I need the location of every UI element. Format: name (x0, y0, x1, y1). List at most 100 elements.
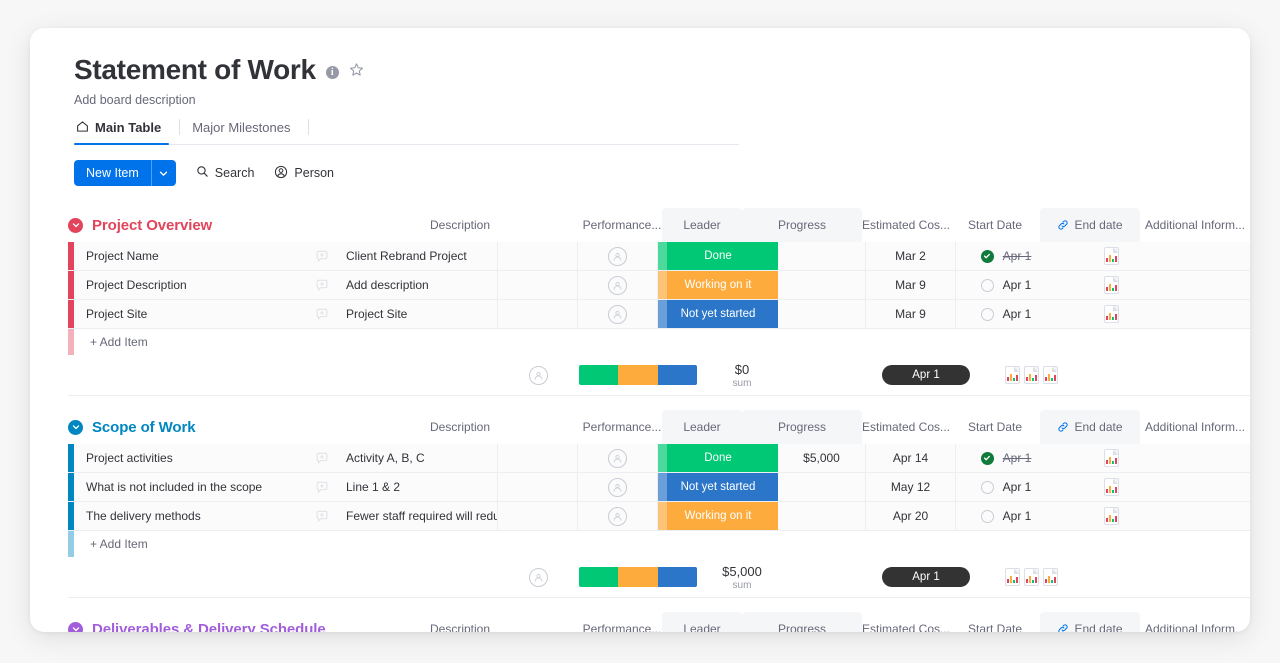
cell-item-name[interactable]: Project Name (74, 242, 306, 270)
chevron-down-icon[interactable] (151, 160, 176, 186)
add-item-label[interactable]: + Add Item (74, 537, 148, 551)
cell-end-date[interactable]: Apr 1 (956, 473, 1056, 501)
column-header-description[interactable]: Description (422, 208, 582, 242)
column-header-progress[interactable]: Progress (742, 208, 862, 242)
cell-performance[interactable] (498, 271, 578, 299)
new-item-button[interactable]: New Item (74, 160, 176, 186)
cell-start-date[interactable]: Apr 20 (866, 502, 956, 530)
file-chart-icon[interactable] (1104, 305, 1119, 323)
cell-description[interactable]: Add description (338, 271, 498, 299)
file-chart-icon[interactable] (1104, 507, 1119, 525)
cell-progress[interactable]: Working on it (658, 271, 778, 299)
cell-end-date[interactable]: Apr 1 (956, 300, 1056, 328)
column-header-start-date[interactable]: Start Date (950, 208, 1040, 242)
search-button[interactable]: Search (196, 165, 255, 181)
cell-leader[interactable] (578, 502, 658, 530)
column-header-additional-information[interactable]: Additional Inform... (1140, 612, 1250, 632)
table-row[interactable]: Project NameClient Rebrand ProjectDoneMa… (68, 242, 1250, 271)
cell-additional-information[interactable] (1056, 242, 1166, 270)
status-done-icon[interactable] (981, 250, 994, 263)
file-chart-icon[interactable] (1104, 276, 1119, 294)
cell-start-date[interactable]: Mar 2 (866, 242, 956, 270)
add-comment-icon[interactable] (315, 451, 329, 465)
cell-item-name[interactable]: Project Description (74, 271, 306, 299)
file-chart-icon[interactable] (1104, 478, 1119, 496)
group-collapse-icon[interactable] (68, 622, 83, 633)
cell-item-name[interactable]: Project activities (74, 444, 306, 472)
avatar[interactable] (608, 305, 627, 324)
status-done-icon[interactable] (981, 452, 994, 465)
file-chart-icon[interactable] (1005, 366, 1020, 384)
file-chart-icon[interactable] (1104, 449, 1119, 467)
column-header-progress[interactable]: Progress (742, 410, 862, 444)
cell-leader[interactable] (578, 444, 658, 472)
table-row[interactable]: The delivery methodsFewer staff required… (68, 502, 1250, 531)
add-comment-icon[interactable] (315, 307, 329, 321)
cell-progress[interactable]: Done (658, 444, 778, 472)
star-icon[interactable] (349, 62, 364, 82)
summary-end-date[interactable]: Apr 1 (876, 365, 976, 385)
add-comment-icon[interactable] (315, 249, 329, 263)
summary-additional-information[interactable] (976, 366, 1086, 384)
cell-performance[interactable] (498, 242, 578, 270)
cell-progress[interactable]: Not yet started (658, 300, 778, 328)
cell-additional-information[interactable] (1056, 502, 1166, 530)
file-chart-icon[interactable] (1043, 366, 1058, 384)
cell-comment[interactable] (306, 502, 338, 530)
cell-end-date[interactable]: Apr 1 (956, 444, 1056, 472)
status-pending-icon[interactable] (981, 308, 994, 321)
cell-estimated-cost[interactable] (778, 271, 866, 299)
summary-progress[interactable] (578, 567, 698, 587)
cell-item-name[interactable]: Project Site (74, 300, 306, 328)
add-comment-icon[interactable] (315, 278, 329, 292)
table-row[interactable]: What is not included in the scope Line 1 … (68, 473, 1250, 502)
column-header-performance[interactable]: Performance... (582, 410, 662, 444)
tab-main-table[interactable]: Main Table (74, 117, 179, 145)
add-item-label[interactable]: + Add Item (74, 335, 148, 349)
table-row[interactable]: Project activitiesActivity A, B, CDone$5… (68, 444, 1250, 473)
cell-item-name[interactable]: What is not included in the scope (74, 473, 306, 501)
cell-performance[interactable] (498, 444, 578, 472)
cell-start-date[interactable]: Mar 9 (866, 300, 956, 328)
column-header-start-date[interactable]: Start Date (950, 612, 1040, 632)
cell-performance[interactable] (498, 473, 578, 501)
status-pending-icon[interactable] (981, 279, 994, 292)
file-chart-icon[interactable] (1024, 568, 1039, 586)
avatar[interactable] (608, 449, 627, 468)
avatar[interactable] (529, 568, 548, 587)
cell-progress[interactable]: Working on it (658, 502, 778, 530)
add-item-row[interactable]: + Add Item (68, 329, 1250, 355)
add-comment-icon[interactable] (315, 480, 329, 494)
cell-additional-information[interactable] (1056, 444, 1166, 472)
group-collapse-icon[interactable] (68, 218, 83, 233)
info-icon[interactable]: i (326, 66, 339, 79)
column-header-performance[interactable]: Performance... (582, 208, 662, 242)
column-header-progress[interactable]: Progress (742, 612, 862, 632)
avatar[interactable] (608, 276, 627, 295)
cell-end-date[interactable]: Apr 1 (956, 242, 1056, 270)
tab-major-milestones[interactable]: Major Milestones (190, 117, 308, 145)
cell-estimated-cost[interactable] (778, 502, 866, 530)
cell-comment[interactable] (306, 444, 338, 472)
cell-performance[interactable] (498, 502, 578, 530)
cell-comment[interactable] (306, 242, 338, 270)
column-header-end-date[interactable]: End date (1040, 208, 1140, 242)
cell-description[interactable]: Line 1 & 2 (338, 473, 498, 501)
board-description[interactable]: Add board description (74, 93, 1250, 107)
summary-additional-information[interactable] (976, 568, 1086, 586)
group-title[interactable]: Project Overview (92, 217, 212, 234)
column-header-start-date[interactable]: Start Date (950, 410, 1040, 444)
column-header-estimated-cost[interactable]: Estimated Cos... (862, 208, 950, 242)
cell-leader[interactable] (578, 242, 658, 270)
summary-end-date[interactable]: Apr 1 (876, 567, 976, 587)
avatar[interactable] (608, 247, 627, 266)
column-header-description[interactable]: Description (422, 410, 582, 444)
cell-estimated-cost[interactable] (778, 242, 866, 270)
cell-comment[interactable] (306, 473, 338, 501)
cell-description[interactable]: Fewer staff required will reduce t... (338, 502, 498, 530)
cell-start-date[interactable]: Mar 9 (866, 271, 956, 299)
add-item-row[interactable]: + Add Item (68, 531, 1250, 557)
status-pending-icon[interactable] (981, 481, 994, 494)
table-row[interactable]: Project SiteProject SiteNot yet startedM… (68, 300, 1250, 329)
column-header-estimated-cost[interactable]: Estimated Cos... (862, 410, 950, 444)
